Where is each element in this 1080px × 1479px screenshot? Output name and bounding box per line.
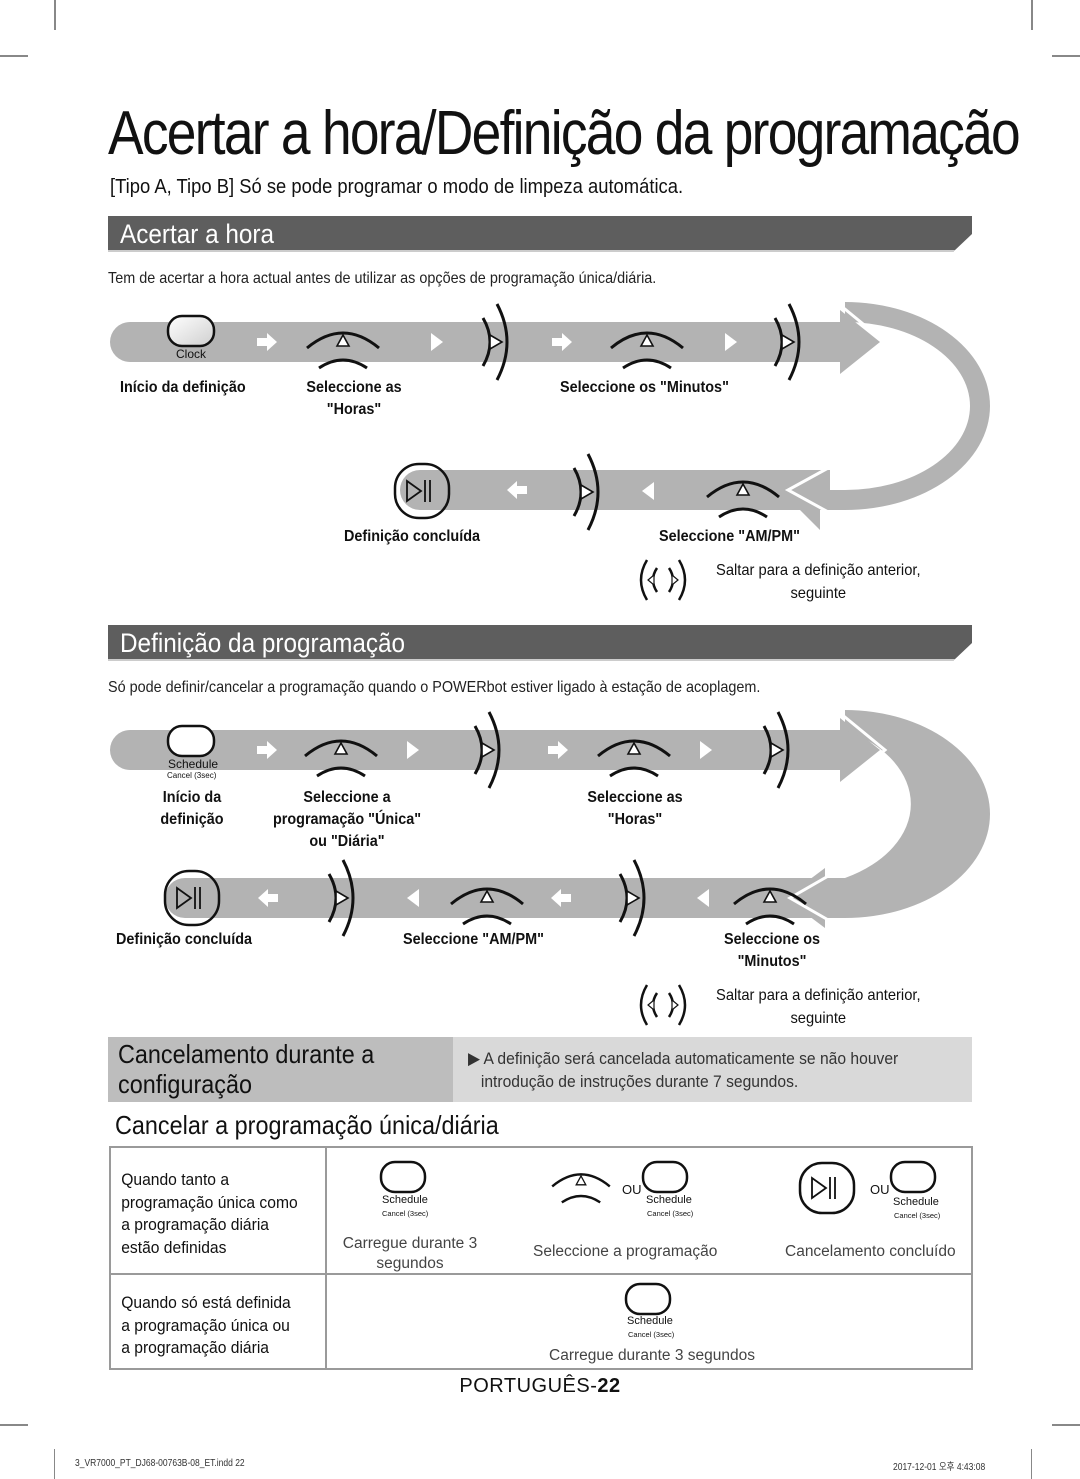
page-label: PORTUGUÊS- [459, 1375, 598, 1397]
step-label: Seleccione os "Minutos" [718, 929, 826, 973]
schedule-button-caption: Schedule [382, 1194, 428, 1206]
step-label-line: Seleccione as [306, 379, 402, 396]
schedule-button-caption: Schedule [168, 757, 219, 771]
step-label: Seleccione as "Horas" [581, 787, 689, 831]
condition-cell: Quando só está definida a programação ún… [109, 1273, 327, 1370]
page-number: PORTUGUÊS-22 [0, 1375, 1080, 1398]
cancel-during-setup-title: Cancelamento durante a configuração [118, 1039, 374, 1099]
step-label-line: Seleccione os [723, 931, 821, 948]
condition-line: a programação diária [121, 1215, 270, 1234]
schedule-button-subcaption: Cancel (3sec) [647, 1209, 694, 1218]
schedule-button-subcaption: Cancel (3sec) [894, 1211, 941, 1220]
step-label-line: ou "Diária" [309, 833, 385, 850]
step-text: Carregue durante 3 segundos [549, 1347, 755, 1364]
step-label-line: "Minutos" [737, 953, 807, 970]
cancel-schedule-table: Quando tanto a programação única como a … [109, 1146, 973, 1370]
schedule-button-subcaption: Cancel (3sec) [167, 771, 217, 780]
condition-cell: Quando tanto a programação única como a … [109, 1146, 327, 1275]
cancel-during-setup-box: Cancelamento durante a configuração ▶ A … [108, 1037, 972, 1102]
steps-cell: Schedule Cancel (3sec) Carregue durante … [325, 1146, 973, 1275]
condition-line: a programação diária [121, 1338, 270, 1357]
skip-description: Saltar para a definição anterior, seguin… [716, 984, 921, 1030]
step-label: Início da definição [120, 379, 246, 396]
set-time-flow-band [110, 302, 990, 530]
step-text: Seleccione a programação [533, 1243, 718, 1260]
skip-prev-next-icon [639, 983, 687, 1027]
condition-line: Quando tanto a [121, 1170, 230, 1189]
step-text-line: segundos [376, 1255, 444, 1272]
step-label-line: programação "Única" [272, 811, 422, 828]
step-label: Seleccione "AM/PM" [659, 528, 800, 545]
skip-line: seguinte [790, 1010, 847, 1027]
step-label: Definição concluída [116, 931, 253, 948]
skip-description: Saltar para a definição anterior, seguin… [716, 559, 921, 605]
clock-button-icon [166, 314, 216, 348]
section-heading-set-schedule: Definição da programação [108, 625, 972, 661]
schedule-button-icon [166, 724, 216, 758]
step-label-line: "Horas" [607, 811, 663, 828]
step-label-line: Início da [162, 789, 222, 806]
cancel-schedule-heading: Cancelar a programação única/diária [115, 1110, 499, 1140]
or-label: OU [870, 1182, 890, 1197]
title-line: configuração [118, 1069, 253, 1099]
condition-text: Quando só está definida a programação ún… [112, 1276, 307, 1360]
skip-prev-next-icon [639, 558, 687, 602]
step-label-line: definição [160, 811, 224, 828]
set-schedule-description: Só pode definir/cancelar a programação q… [108, 679, 761, 696]
or-label: OU [622, 1182, 642, 1197]
file-slug: 3_VR7000_PT_DJ68-00763B-08_ET.indd 22 [75, 1458, 245, 1469]
skip-line: Saltar para a definição anterior, [716, 987, 921, 1004]
clock-button-caption: Clock [176, 347, 207, 361]
step-label: Início da definição [147, 787, 237, 831]
table-row: Quando tanto a programação única como a … [109, 1146, 973, 1275]
title-line: Cancelamento durante a [118, 1039, 375, 1069]
step-label: Seleccione "AM/PM" [403, 931, 544, 948]
step-label: Seleccione a programação "Única" ou "Diá… [266, 787, 428, 853]
condition-line: a programação única ou [121, 1315, 290, 1335]
text-line: introdução de instruções durante 7 segun… [480, 1072, 799, 1091]
skip-line: Saltar para a definição anterior, [716, 562, 921, 579]
page-number-value: 22 [597, 1375, 621, 1397]
date-slug: 2017-12-01 오후 4:43:08 [893, 1462, 986, 1473]
schedule-button-caption: Schedule [627, 1315, 673, 1327]
condition-line: programação única como [121, 1192, 298, 1212]
step-label: Seleccione os "Minutos" [560, 379, 729, 396]
set-schedule-flow-band [110, 710, 990, 928]
text-line: ▶ A definição será cancelada automaticam… [468, 1049, 899, 1068]
condition-line: Quando só está definida [121, 1293, 291, 1312]
schedule-button-subcaption: Cancel (3sec) [382, 1209, 429, 1218]
schedule-button-caption: Schedule [893, 1196, 939, 1208]
cancel-during-setup-title-panel: Cancelamento durante a configuração [108, 1037, 453, 1102]
cancel-during-setup-text: ▶ A definição será cancelada automaticam… [468, 1047, 898, 1093]
table-row: Quando só está definida a programação ún… [109, 1273, 973, 1370]
step-label: Definição concluída [344, 528, 481, 545]
step-label-line: Seleccione a [303, 789, 391, 806]
skip-line: seguinte [790, 585, 847, 602]
schedule-button-subcaption: Cancel (3sec) [628, 1330, 675, 1339]
step-label-line: "Horas" [326, 401, 382, 418]
step-label: Seleccione as "Horas" [300, 377, 408, 421]
step-text: Carregue durante 3 segundos [327, 1234, 493, 1274]
condition-text: Quando tanto a programação única como a … [112, 1149, 307, 1259]
condition-line: estão definidas [121, 1237, 227, 1257]
step-label-line: Seleccione as [587, 789, 683, 806]
steps-cell: Schedule Cancel (3sec) Carregue durante … [325, 1273, 973, 1370]
schedule-button-caption: Schedule [646, 1194, 692, 1206]
step-text-line: Carregue durante 3 [342, 1235, 478, 1252]
step-text: Cancelamento concluído [785, 1243, 956, 1260]
